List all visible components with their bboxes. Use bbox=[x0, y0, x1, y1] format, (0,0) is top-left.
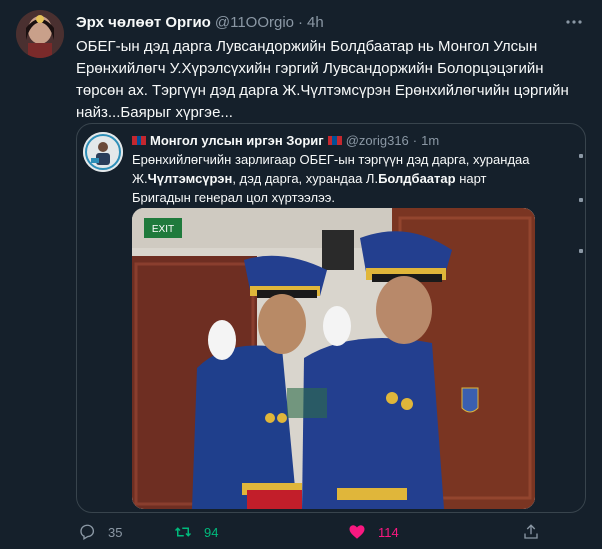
retweet-count: 94 bbox=[204, 524, 219, 540]
quote-text-highlight: Чүлтэмсүрэн bbox=[147, 171, 233, 186]
tweet-actions: 35 94 114 bbox=[78, 522, 538, 542]
tweet-text: ОБЕГ-ын дэд дарга Лувсандоржийн Болдбаат… bbox=[76, 36, 588, 124]
quote-author-avatar[interactable] bbox=[83, 132, 123, 172]
quote-photo[interactable]: EXIT bbox=[132, 208, 535, 509]
reply-button[interactable]: 35 bbox=[78, 523, 122, 541]
quote-author-name[interactable]: Монгол улсын иргэн Зориг bbox=[150, 133, 324, 148]
author-name[interactable]: Эрх чөлөөт Оргио bbox=[76, 14, 211, 31]
quoted-tweet[interactable]: Монгол улсын иргэн Зориг @zorig316 · 1m … bbox=[76, 123, 586, 513]
mongolia-flag-icon bbox=[132, 135, 146, 145]
tweet[interactable]: Эрх чөлөөт Оргио @11OOrgio · 4h ОБЕГ-ын … bbox=[0, 0, 602, 549]
quote-author-handle[interactable]: @zorig316 bbox=[346, 133, 409, 148]
quote-text-highlight: Болдбаатар bbox=[378, 171, 456, 186]
author-handle[interactable]: @11OOrgio bbox=[215, 14, 294, 31]
tweet-text-line: найз...Баярыг хүргэе... bbox=[76, 104, 233, 121]
more-icon[interactable] bbox=[564, 12, 584, 32]
tweet-text-line: Ерөнхийлөгч У.Хүрэлсүхийн гэргий Лувсанд… bbox=[76, 60, 544, 77]
tweet-text-line: ОБЕГ-ын дэд дарга Лувсандоржийн Болдбаат… bbox=[76, 38, 538, 55]
retweet-button[interactable]: 94 bbox=[174, 523, 218, 541]
quote-time[interactable]: 1m bbox=[421, 133, 439, 148]
quote-text-part: , дэд дарга, хурандаа Л. bbox=[232, 171, 379, 186]
quote-text-line: Ерөнхийлөгчийн зарлигаар ОБЕГ-ын тэргүүн… bbox=[132, 152, 530, 167]
mongolia-flag-icon bbox=[327, 135, 342, 145]
heart-icon bbox=[349, 525, 365, 539]
reply-icon bbox=[80, 524, 95, 540]
reply-count: 35 bbox=[108, 524, 123, 540]
author-avatar[interactable] bbox=[16, 10, 64, 58]
side-marker bbox=[579, 154, 583, 158]
separator-dot: · bbox=[412, 132, 418, 148]
like-count: 114 bbox=[378, 524, 399, 540]
tweet-time[interactable]: 4h bbox=[307, 14, 324, 31]
share-icon bbox=[524, 524, 538, 539]
quote-header: Монгол улсын иргэн Зориг @zorig316 · 1m bbox=[132, 130, 439, 150]
side-marker bbox=[579, 198, 583, 202]
quote-text-part: нарт bbox=[455, 171, 487, 186]
share-button[interactable] bbox=[522, 523, 540, 541]
quote-text-part: Ж. bbox=[132, 171, 148, 186]
tweet-header: Эрх чөлөөт Оргио @11OOrgio · 4h bbox=[76, 12, 562, 32]
side-marker bbox=[579, 249, 583, 253]
quote-text: Ерөнхийлөгчийн зарлигаар ОБЕГ-ын тэргүүн… bbox=[132, 150, 572, 207]
quote-text-line: Ж.Чүлтэмсүрэн, дэд дарга, хурандаа Л.Бол… bbox=[132, 169, 572, 188]
like-button[interactable]: 114 bbox=[348, 523, 399, 541]
separator-dot: · bbox=[298, 13, 304, 31]
tweet-text-line: төрсөн ах. Тэргүүн дэд дарга Ж.Чүлтэмсүр… bbox=[76, 82, 569, 99]
exit-sign-text: EXIT bbox=[152, 224, 174, 235]
retweet-icon bbox=[174, 527, 192, 537]
quote-text-line: Бригадын генерал цол хүртээлээ. bbox=[132, 190, 335, 205]
